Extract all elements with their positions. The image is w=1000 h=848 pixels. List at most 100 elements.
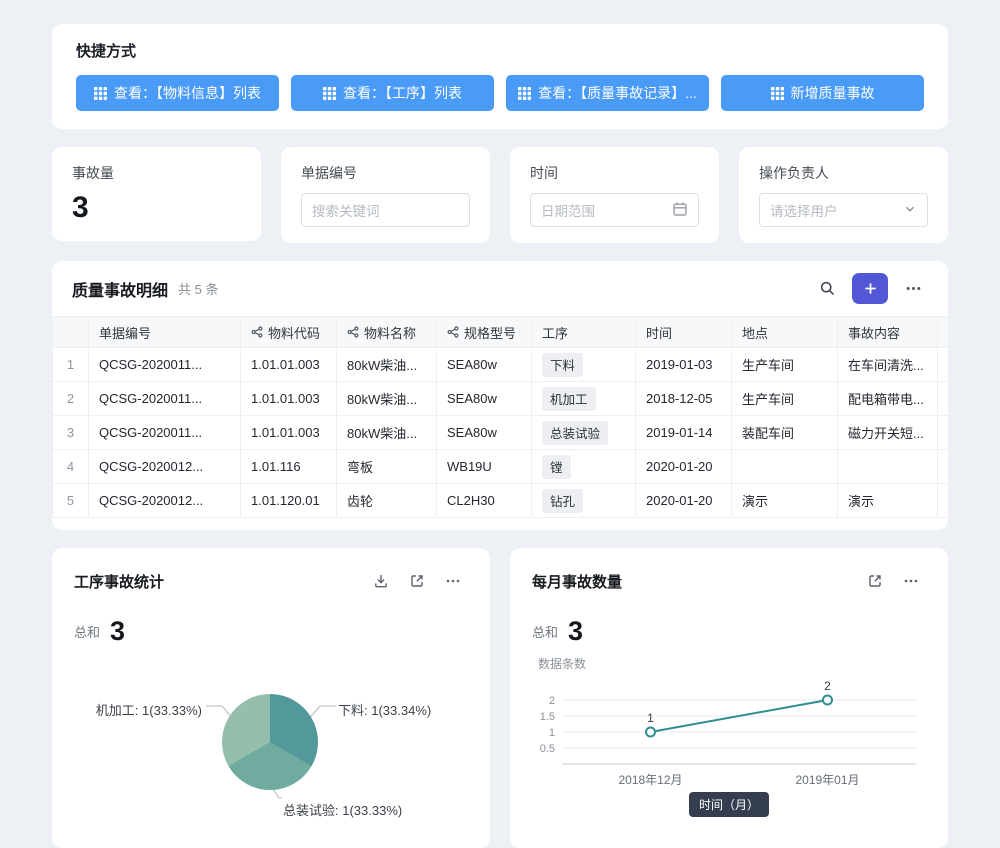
monthly-total-row: 总和 3 xyxy=(532,614,926,648)
table-row[interactable]: 1QCSG-2020011...1.01.01.00380kW柴油...SEA8… xyxy=(53,348,949,382)
material-name-cell: 80kW柴油... xyxy=(337,416,437,450)
total-label: 总和 xyxy=(532,622,558,641)
table-row[interactable]: 5QCSG-2020012...1.01.120.01齿轮CL2H30钻孔202… xyxy=(53,484,949,518)
table-row[interactable]: 4QCSG-2020012...1.01.116弯板WB19U镗2020-01-… xyxy=(53,450,949,484)
table-actions xyxy=(812,273,928,304)
column-header-label: 事故内容 xyxy=(848,323,900,342)
spec-cell: SEA80w xyxy=(437,348,532,382)
date-cell: 2019-01-03 xyxy=(636,348,732,382)
shortcut-button[interactable]: 查看：【物料信息】列表 xyxy=(76,75,279,111)
shortcut-button[interactable]: 查看：【质量事故记录】... xyxy=(506,75,709,111)
linked-field-icon xyxy=(447,326,459,338)
more-menu-icon-button[interactable] xyxy=(898,274,928,304)
column-header: 操作负责人 xyxy=(938,317,949,348)
line-chart[interactable]: 数据条数0.511.522018年12月2019年01月12 xyxy=(532,654,926,804)
svg-text:2018年12月: 2018年12月 xyxy=(618,773,682,787)
date-cell: 2020-01-20 xyxy=(636,484,732,518)
table-count: 共 5 条 xyxy=(178,279,218,298)
process-tag: 机加工 xyxy=(542,387,596,411)
svg-text:1.5: 1.5 xyxy=(540,711,555,723)
total-value: 3 xyxy=(568,616,583,647)
process-cell: 机加工 xyxy=(532,382,636,416)
column-header: 事故内容 xyxy=(838,317,938,348)
doc-number-search-input[interactable]: 搜索关键词 xyxy=(301,193,470,227)
material-name-cell: 齿轮 xyxy=(337,484,437,518)
row-index-cell: 5 xyxy=(53,484,89,518)
column-header-label: 单据编号 xyxy=(99,323,151,342)
content-cell: 配电箱带电... xyxy=(838,382,938,416)
shortcuts-title: 快捷方式 xyxy=(76,40,924,61)
incident-count-card: 事故量 3 xyxy=(52,147,261,241)
export-image-icon-button[interactable] xyxy=(366,566,396,596)
time-label: 时间 xyxy=(530,163,699,183)
shortcut-button-label: 查看：【工序】列表 xyxy=(343,83,462,103)
process-tag: 钻孔 xyxy=(542,489,583,513)
doc-no-cell: QCSG-2020011... xyxy=(89,416,241,450)
table-row[interactable]: 2QCSG-2020011...1.01.01.00380kW柴油...SEA8… xyxy=(53,382,949,416)
open-fullscreen-icon-button[interactable] xyxy=(860,566,890,596)
row-index-cell: 1 xyxy=(53,348,89,382)
more-menu-icon-button[interactable] xyxy=(438,566,468,596)
place-cell: 生产车间 xyxy=(732,382,838,416)
svg-text:1: 1 xyxy=(647,711,654,725)
table-header-bar: 质量事故明细 共 5 条 xyxy=(52,261,948,316)
material-code-cell: 1.01.01.003 xyxy=(241,382,337,416)
column-header-label: 工序 xyxy=(542,323,568,342)
operator-cell xyxy=(938,348,949,382)
grid-icon xyxy=(771,87,784,100)
shortcut-button-label: 查看：【质量事故记录】... xyxy=(538,83,697,103)
column-header: 物料名称 xyxy=(337,317,437,348)
operator-cell xyxy=(938,416,949,450)
grid-icon xyxy=(323,87,336,100)
content-cell: 演示 xyxy=(838,484,938,518)
column-header-label: 规格型号 xyxy=(464,323,516,342)
shortcut-button-label: 新增质量事故 xyxy=(791,83,875,103)
shortcut-button[interactable]: 查看：【工序】列表 xyxy=(291,75,494,111)
column-header-label: 物料代码 xyxy=(268,323,320,342)
doc-no-cell: QCSG-2020011... xyxy=(89,382,241,416)
spec-cell: SEA80w xyxy=(437,416,532,450)
shortcut-button[interactable]: 新增质量事故 xyxy=(721,75,924,111)
doc-number-label: 单据编号 xyxy=(301,163,470,183)
operator-cell xyxy=(938,484,949,518)
charts-row: 工序事故统计 总和 3 xyxy=(52,548,948,848)
more-menu-icon-button[interactable] xyxy=(896,566,926,596)
monthly-count-title: 每月事故数量 xyxy=(532,571,622,592)
dashboard-page: 快捷方式 查看：【物料信息】列表 查看：【工序】列表 查看：【质量事故记录】... 新… xyxy=(0,0,1000,848)
search-icon-button[interactable] xyxy=(812,274,842,304)
table-header-row: 单据编号物料代码物料名称规格型号工序时间地点事故内容操作负责人 xyxy=(53,317,949,348)
content-cell: 在车间清洗... xyxy=(838,348,938,382)
svg-text:2: 2 xyxy=(824,679,831,693)
material-code-cell: 1.01.01.003 xyxy=(241,416,337,450)
incident-table: 单据编号物料代码物料名称规格型号工序时间地点事故内容操作负责人 1QCSG-20… xyxy=(52,316,948,518)
date-cell: 2019-01-14 xyxy=(636,416,732,450)
operator-placeholder: 请选择用户 xyxy=(770,200,838,220)
svg-text:0.5: 0.5 xyxy=(540,743,555,755)
process-stats-card: 工序事故统计 总和 3 xyxy=(52,548,490,848)
table-row[interactable]: 3QCSG-2020011...1.01.01.00380kW柴油...SEA8… xyxy=(53,416,949,450)
doc-no-cell: QCSG-2020012... xyxy=(89,450,241,484)
svg-text:数据条数: 数据条数 xyxy=(538,656,586,671)
material-name-cell: 80kW柴油... xyxy=(337,382,437,416)
table-scroll-area[interactable]: 单据编号物料代码物料名称规格型号工序时间地点事故内容操作负责人 1QCSG-20… xyxy=(52,316,948,518)
process-tag: 镗 xyxy=(542,455,571,479)
process-cell: 下料 xyxy=(532,348,636,382)
svg-text:2: 2 xyxy=(549,695,555,707)
material-name-cell: 80kW柴油... xyxy=(337,348,437,382)
monthly-count-card: 每月事故数量 总和 3 数据条数0.511.522018年12月2019年01月… xyxy=(510,548,948,848)
shortcuts-card: 快捷方式 查看：【物料信息】列表 查看：【工序】列表 查看：【质量事故记录】... 新… xyxy=(52,24,948,129)
process-stats-title: 工序事故统计 xyxy=(74,571,164,592)
pie-chart-area: 下料: 1(33.34%)总装试验: 1(33.33%)机加工: 1(33.33… xyxy=(74,654,468,848)
date-range-input[interactable]: 日期范围 xyxy=(530,193,699,227)
open-fullscreen-icon-button[interactable] xyxy=(402,566,432,596)
column-header: 时间 xyxy=(636,317,732,348)
process-stats-actions xyxy=(366,566,468,596)
row-index-cell: 4 xyxy=(53,450,89,484)
pie-chart[interactable] xyxy=(222,694,318,790)
operator-select[interactable]: 请选择用户 xyxy=(759,193,928,227)
doc-number-filter-card: 单据编号 搜索关键词 xyxy=(281,147,490,243)
monthly-count-actions xyxy=(860,566,926,596)
chevron-down-icon xyxy=(903,202,917,219)
svg-text:1: 1 xyxy=(549,727,555,739)
add-record-button[interactable] xyxy=(852,273,888,304)
